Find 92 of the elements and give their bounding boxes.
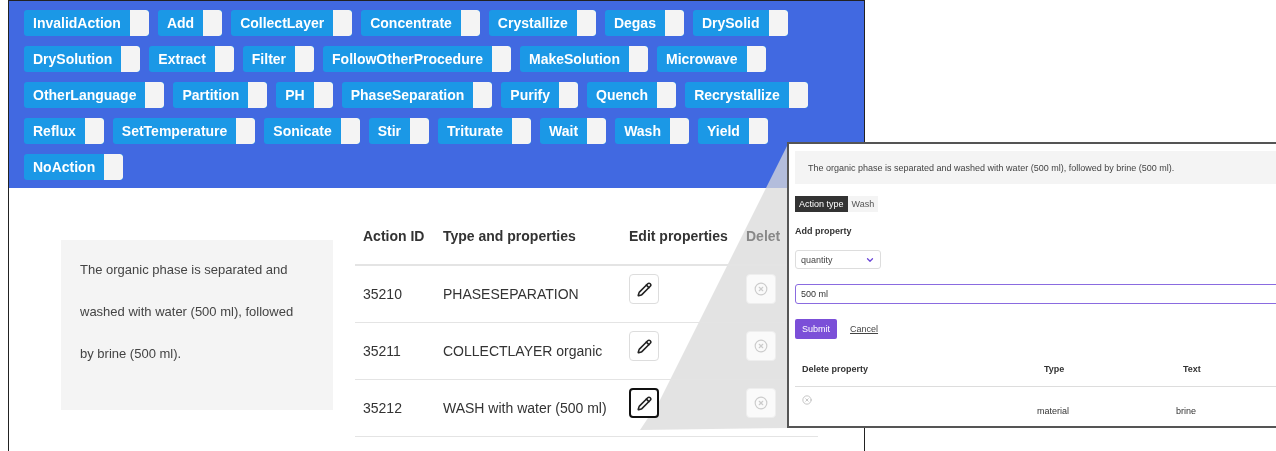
action-type-button[interactable]: Quench xyxy=(587,82,677,108)
square-toggle-icon xyxy=(788,82,808,108)
action-type-button[interactable]: Partition xyxy=(173,82,268,108)
square-toggle-icon xyxy=(512,118,532,144)
square-toggle-icon xyxy=(214,46,234,72)
square-toggle-icon xyxy=(203,10,223,36)
square-toggle-icon xyxy=(746,46,766,72)
action-type-cell: COLLECTLAYER organic xyxy=(435,323,621,380)
square-toggle-icon xyxy=(587,118,607,144)
action-type-button[interactable]: Degas xyxy=(604,10,684,36)
action-type-cell: WASH with water (500 ml) xyxy=(435,380,621,437)
delete-button[interactable] xyxy=(746,274,776,304)
square-toggle-icon xyxy=(491,46,511,72)
close-icon xyxy=(754,396,768,410)
square-toggle-icon xyxy=(629,46,648,72)
action-id-cell: 35210 xyxy=(355,266,435,323)
square-toggle-icon xyxy=(410,118,430,144)
submit-button[interactable]: Submit xyxy=(795,319,837,339)
action-type-button[interactable]: OtherLanguage xyxy=(24,82,165,108)
action-type-button[interactable]: Wait xyxy=(540,118,607,144)
action-type-button[interactable]: SetTemperature xyxy=(112,118,256,144)
action-type-button[interactable]: Recrystallize xyxy=(685,82,808,108)
action-type-button[interactable]: FollowOtherProcedure xyxy=(323,46,511,72)
source-text-line: The organic phase is separated and xyxy=(80,262,289,277)
square-toggle-icon xyxy=(460,10,480,36)
edit-icon xyxy=(636,338,652,354)
source-text-line: washed with water (500 ml), followed xyxy=(80,304,295,319)
close-icon xyxy=(754,282,768,296)
edit-icon xyxy=(636,281,652,297)
square-toggle-icon xyxy=(333,10,353,36)
action-type-button[interactable]: Extract xyxy=(149,46,234,72)
column-header: Delete property xyxy=(795,364,1037,387)
square-toggle-icon xyxy=(129,10,149,36)
property-text-cell-text: brine xyxy=(1176,405,1197,416)
action-type-button[interactable]: MakeSolution xyxy=(519,46,648,72)
square-toggle-icon xyxy=(559,82,578,108)
sentence-text: The organic phase is separated and washed with water (500 ml), followed by brine (500 ml). xyxy=(795,151,1276,184)
square-toggle-icon xyxy=(576,10,596,36)
action-type-cell: PHASESEPARATION xyxy=(435,266,621,323)
action-type-button[interactable]: Triturate xyxy=(438,118,532,144)
square-toggle-icon xyxy=(473,82,493,108)
square-toggle-icon xyxy=(664,10,684,36)
square-toggle-icon xyxy=(669,118,689,144)
action-type-button[interactable]: Reflux xyxy=(24,118,104,144)
column-header: Type xyxy=(1037,364,1176,387)
action-type-button[interactable]: PH xyxy=(276,82,333,108)
square-toggle-icon xyxy=(768,10,788,36)
delete-icon[interactable] xyxy=(802,395,812,405)
action-type-button[interactable]: Crystallize xyxy=(488,10,596,36)
property-input-field[interactable]: 500 ml xyxy=(795,284,1276,304)
delete-button[interactable] xyxy=(746,331,776,361)
action-type-button[interactable]: Stir xyxy=(368,118,430,144)
edit-icon xyxy=(636,395,652,411)
action-type-button[interactable]: CollectLayer xyxy=(231,10,353,36)
square-toggle-icon xyxy=(657,82,677,108)
property-type-cell-text: material xyxy=(1037,405,1070,416)
source-text-line: by brine (500 ml). xyxy=(80,346,183,361)
close-icon xyxy=(754,339,768,353)
square-toggle-icon xyxy=(313,82,333,108)
square-toggle-icon xyxy=(236,118,256,144)
action-type-value: Wash xyxy=(847,196,879,212)
delete-button[interactable] xyxy=(746,388,776,418)
edit-button[interactable] xyxy=(629,388,659,418)
column-header: Action ID xyxy=(355,220,435,266)
action-type-button[interactable]: Filter xyxy=(242,46,315,72)
action-type-button[interactable]: Concentrate xyxy=(361,10,480,36)
square-toggle-icon xyxy=(340,118,360,144)
square-toggle-icon xyxy=(295,46,315,72)
action-type-button[interactable]: Add xyxy=(157,10,223,36)
square-toggle-icon xyxy=(104,154,124,180)
action-id-cell: 35212 xyxy=(355,380,435,437)
action-type-button[interactable]: NoAction xyxy=(24,154,124,180)
action-type-button[interactable]: Sonicate xyxy=(264,118,360,144)
action-type-button[interactable]: InvalidAction xyxy=(24,10,149,36)
square-toggle-icon xyxy=(248,82,268,108)
action-type-button[interactable]: DrySolid xyxy=(692,10,788,36)
action-type-button[interactable]: Wash xyxy=(615,118,689,144)
column-header: Text xyxy=(1176,364,1276,387)
action-type-button[interactable]: Yield xyxy=(697,118,768,144)
cancel-link[interactable]: Cancel xyxy=(850,324,879,334)
square-toggle-icon xyxy=(748,118,768,144)
square-toggle-icon xyxy=(84,118,104,144)
action-id-cell: 35211 xyxy=(355,323,435,380)
action-type-button[interactable]: PhaseSeparation xyxy=(341,82,493,108)
square-toggle-icon xyxy=(121,46,141,72)
action-type-button[interactable]: Purify xyxy=(501,82,578,108)
square-toggle-icon xyxy=(145,82,165,108)
property-dropdown[interactable]: quantity xyxy=(795,250,881,269)
action-type-button[interactable]: DrySolution xyxy=(24,46,141,72)
action-type-button[interactable]: Microwave xyxy=(657,46,766,72)
column-header: Type and properties xyxy=(435,220,621,266)
action-type-label: Action type xyxy=(795,196,848,212)
